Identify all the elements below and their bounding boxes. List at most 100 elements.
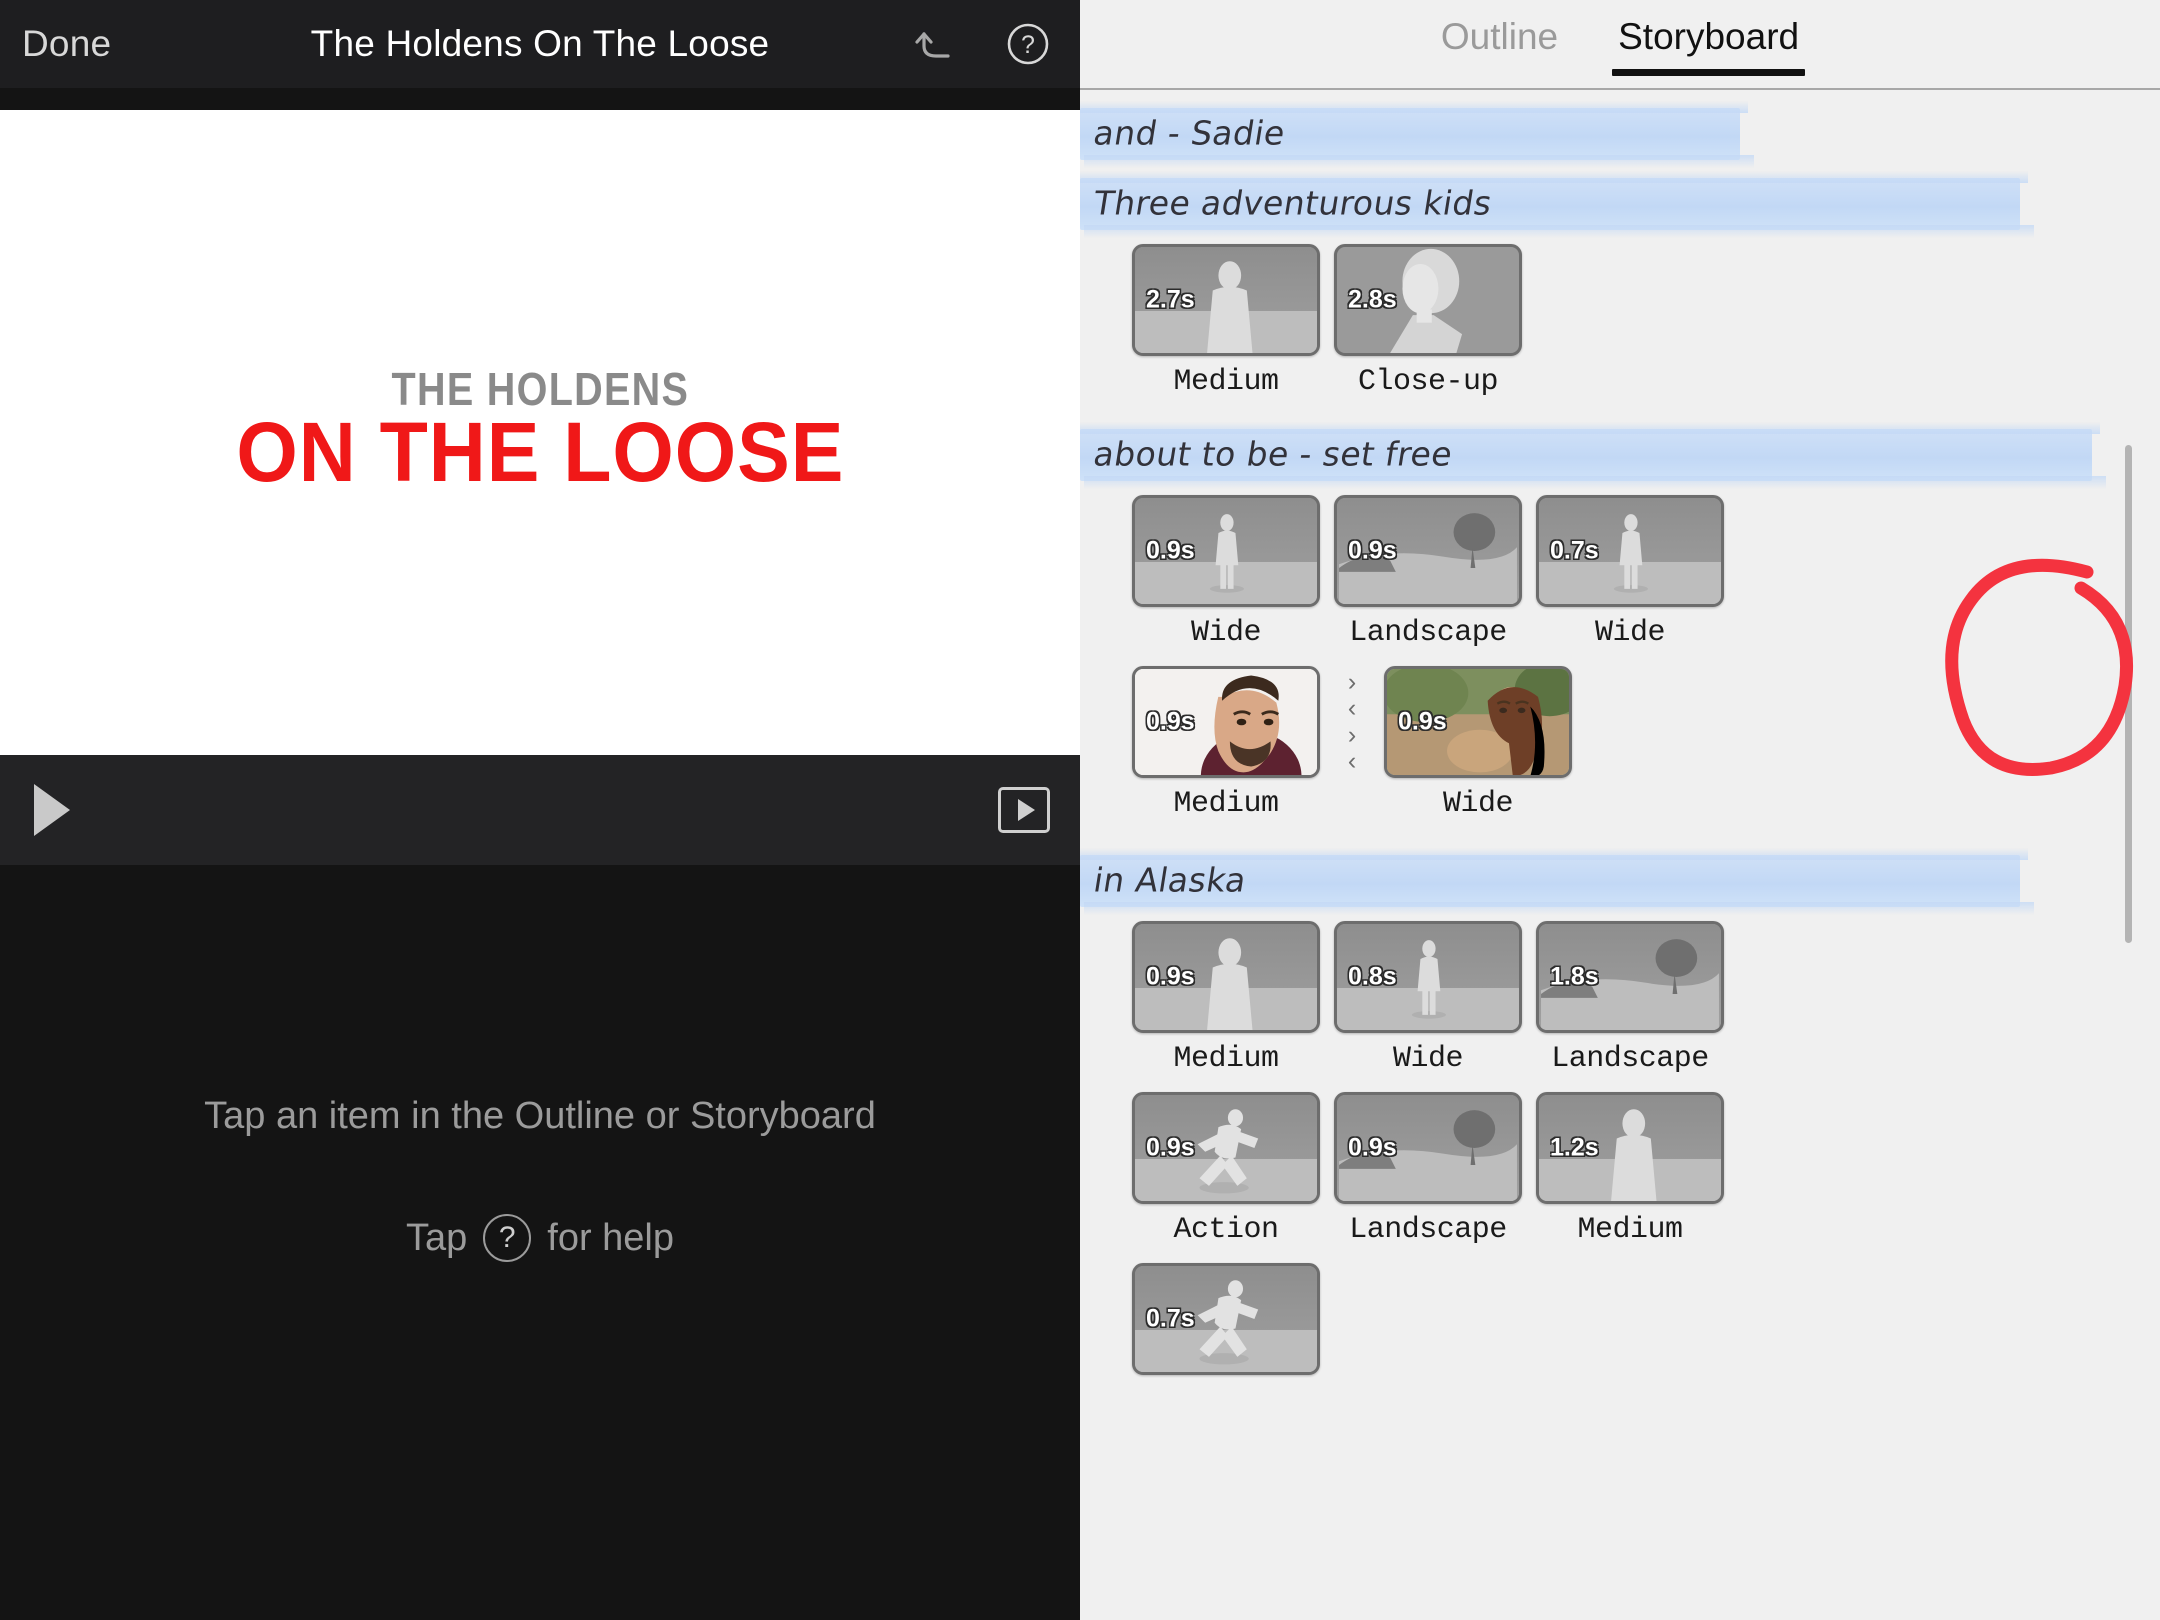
top-navigation-bar: Done The Holdens On The Loose ?	[0, 0, 1080, 88]
empty-state-hint: Tap an item in the Outline or Storyboard…	[0, 1095, 1080, 1262]
scene-block: about to be - set free 0.9s Wide 0.9s La…	[1080, 422, 2160, 821]
title-card: THE HOLDENS ON THE LOOSE	[217, 362, 864, 496]
shot-duration: 0.9s	[1398, 707, 1447, 736]
shot-type-label: Medium	[1577, 1213, 1683, 1247]
shot-card[interactable]: 0.9s Wide	[1132, 495, 1320, 650]
shot-type-label: Wide	[1190, 616, 1262, 650]
shot-thumbnail[interactable]: 0.7s	[1132, 1263, 1320, 1375]
shot-type-label: Wide	[1594, 616, 1666, 650]
scene-title-text: and - Sadie	[1090, 113, 1289, 153]
shot-duration: 0.7s	[1550, 536, 1599, 565]
shot-type-label: Landscape	[1349, 1213, 1507, 1247]
shot-duration: 0.8s	[1348, 962, 1397, 991]
nav-actions: ?	[910, 18, 1054, 70]
navbar-spacer	[0, 88, 1080, 110]
shot-type-label: Wide	[1442, 787, 1514, 821]
shot-thumbnail[interactable]: 0.9s	[1132, 1092, 1320, 1204]
shot-thumbnail[interactable]: 0.7s	[1536, 495, 1724, 607]
shot-duration: 1.8s	[1550, 962, 1599, 991]
shot-card[interactable]: 0.9s Medium	[1132, 921, 1320, 1076]
help-button[interactable]: ?	[1002, 18, 1054, 70]
shot-duration: 1.2s	[1550, 1133, 1599, 1162]
shot-card[interactable]: 2.8s Close-up	[1334, 244, 1522, 399]
play-in-frame-icon[interactable]	[998, 787, 1050, 833]
storyboard-scroll-area[interactable]: and - Sadie Three adventurous kids 2.7s …	[1080, 101, 2160, 1620]
title-card-main-text: ON THE LOOSE	[236, 404, 844, 499]
vertical-scrollbar[interactable]	[2125, 445, 2132, 943]
shot-thumbnail[interactable]: 2.7s	[1132, 244, 1320, 356]
scene-title-text: about to be - set free	[1090, 434, 1456, 474]
shot-row: 2.7s Medium 2.8s Close-up	[1080, 244, 2160, 399]
shot-type-label: Medium	[1173, 787, 1279, 821]
shot-duration: 0.7s	[1146, 1304, 1195, 1333]
shot-thumbnail[interactable]: 0.9s	[1334, 495, 1522, 607]
shot-thumbnail[interactable]: 0.9s	[1132, 495, 1320, 607]
undo-arrow-icon[interactable]	[910, 18, 962, 70]
drag-resize-chevrons-icon[interactable]: › ‹ › ‹	[1330, 666, 1374, 778]
shot-duration: 0.9s	[1146, 1133, 1195, 1162]
shot-type-label: Landscape	[1349, 616, 1507, 650]
shot-thumbnail[interactable]: 2.8s	[1334, 244, 1522, 356]
shot-duration: 2.7s	[1146, 285, 1195, 314]
app-root: Done The Holdens On The Loose ? THE HOLD…	[0, 0, 2160, 1620]
shot-type-label: Landscape	[1551, 1042, 1709, 1076]
shot-thumbnail[interactable]: 0.9s	[1132, 666, 1320, 778]
shot-thumbnail[interactable]: 0.9s	[1334, 1092, 1522, 1204]
shot-duration: 0.9s	[1146, 536, 1195, 565]
scene-title-highlight[interactable]: and - Sadie	[1080, 101, 2160, 168]
shot-row: 0.7s	[1080, 1263, 2160, 1375]
shot-duration: 0.9s	[1348, 536, 1397, 565]
shot-thumbnail[interactable]: 1.2s	[1536, 1092, 1724, 1204]
hint-for-help-label: for help	[547, 1216, 675, 1259]
hint-primary-text: Tap an item in the Outline or Storyboard	[204, 1095, 876, 1137]
video-preview-stage[interactable]: THE HOLDENS ON THE LOOSE	[0, 110, 1080, 755]
shot-thumbnail[interactable]: 0.8s	[1334, 921, 1522, 1033]
shot-thumbnail[interactable]: 0.9s	[1132, 921, 1320, 1033]
shot-type-label: Medium	[1173, 1042, 1279, 1076]
shot-thumbnail[interactable]: 1.8s	[1536, 921, 1724, 1033]
scene-title-text: Three adventurous kids	[1090, 183, 1495, 223]
tab-outline[interactable]: Outline	[1441, 16, 1558, 74]
shot-card[interactable]: 0.9s Landscape	[1334, 1092, 1522, 1247]
shot-row: 0.9s Action 0.9s Landscape 1.2s Medium	[1080, 1092, 2160, 1247]
shot-card[interactable]: 0.9s Wide	[1384, 666, 1572, 821]
shot-type-label: Action	[1173, 1213, 1279, 1247]
shot-card[interactable]: 0.9s Medium	[1132, 666, 1320, 821]
scene-block: Three adventurous kids 2.7s Medium 2.8s …	[1080, 171, 2160, 399]
scene-title-highlight[interactable]: in Alaska	[1080, 848, 2160, 915]
preview-panel: Done The Holdens On The Loose ? THE HOLD…	[0, 0, 1080, 1620]
shot-card[interactable]: 1.8s Landscape	[1536, 921, 1724, 1076]
question-mark-circle-icon: ?	[483, 1214, 532, 1262]
shot-card[interactable]: 0.9s Landscape	[1334, 495, 1522, 650]
shot-duration: 2.8s	[1348, 285, 1397, 314]
shot-card[interactable]: 2.7s Medium	[1132, 244, 1320, 399]
shot-card[interactable]: 0.9s Action	[1132, 1092, 1320, 1247]
tab-storyboard[interactable]: Storyboard	[1612, 16, 1806, 76]
shot-row: 0.9s Medium 0.8s Wide 1.8s Landscape	[1080, 921, 2160, 1076]
shot-row: 0.9s Wide 0.9s Landscape 0.7s Wide	[1080, 495, 2160, 650]
playback-toolbar	[0, 755, 1080, 865]
shot-card[interactable]: 0.8s Wide	[1334, 921, 1522, 1076]
scene-title-highlight[interactable]: Three adventurous kids	[1080, 171, 2160, 238]
shot-type-label: Close-up	[1357, 365, 1499, 399]
shot-duration: 0.9s	[1348, 1133, 1397, 1162]
panel-tabs: Outline Storyboard	[1080, 0, 2160, 90]
play-triangle-icon[interactable]	[34, 784, 70, 836]
hint-secondary-row: Tap ? for help	[0, 1214, 1080, 1262]
svg-text:?: ?	[1021, 31, 1035, 59]
storyboard-panel: Outline Storyboard and - Sadie Three adv…	[1080, 0, 2160, 1620]
scene-block: and - Sadie	[1080, 101, 2160, 168]
shot-duration: 0.9s	[1146, 707, 1195, 736]
scene-title-text: in Alaska	[1090, 860, 1250, 900]
shot-card[interactable]: 0.7s Wide	[1536, 495, 1724, 650]
shot-thumbnail[interactable]: 0.9s	[1384, 666, 1572, 778]
scene-block: in Alaska 0.9s Medium 0.8s Wide 1.8s Lan…	[1080, 848, 2160, 1375]
shot-row: 0.9s Medium › ‹ › ‹ 0.9s Wide	[1080, 666, 2160, 821]
shot-card[interactable]: 1.2s Medium	[1536, 1092, 1724, 1247]
shot-type-label: Wide	[1392, 1042, 1464, 1076]
shot-duration: 0.9s	[1146, 962, 1195, 991]
shot-type-label: Medium	[1173, 365, 1279, 399]
scene-title-highlight[interactable]: about to be - set free	[1080, 422, 2160, 489]
hint-tap-label: Tap	[405, 1216, 468, 1259]
shot-card[interactable]: 0.7s	[1132, 1263, 1320, 1375]
